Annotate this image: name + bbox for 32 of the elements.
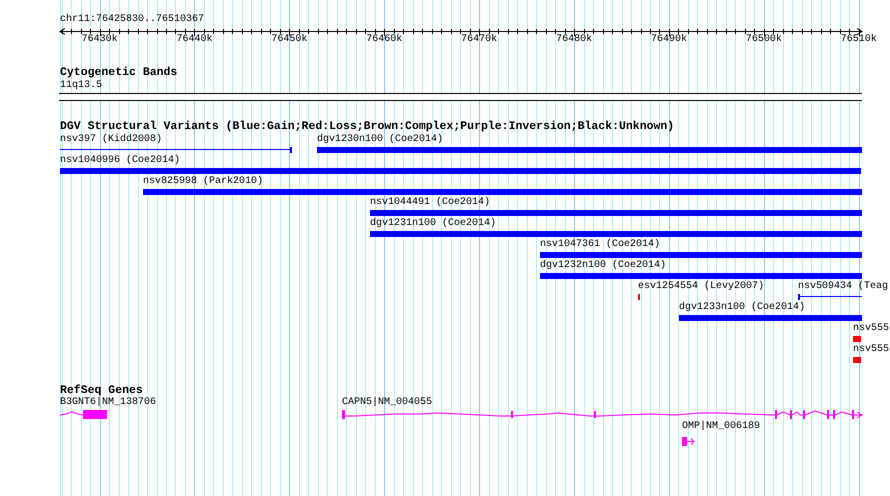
- gene-label: CAPN5|NM_004055: [342, 397, 432, 409]
- variant-label: nsv509434 (Teag: [798, 281, 888, 293]
- gene-drawing: [682, 437, 695, 446]
- variant-label: dgv1231n100 (Coe2014): [370, 218, 496, 230]
- variant-label: nsv555: [853, 344, 890, 356]
- gene-label: OMP|NM_006189: [682, 421, 760, 433]
- tick-label: 76460k: [366, 34, 402, 46]
- variant-label: dgv1233n100 (Coe2014): [679, 302, 806, 314]
- variant-label: dgv1232n100 (Coe2014): [540, 260, 666, 272]
- tick-label: 76440k: [176, 34, 212, 46]
- variant-label: esv1254554 (Levy2007): [638, 281, 764, 293]
- tick-label: 76450k: [271, 34, 308, 46]
- variant-label: nsv1047361 (Coe2014): [540, 239, 660, 251]
- gene-drawing: [60, 410, 107, 419]
- variant-label: nsv555: [853, 323, 890, 335]
- gene-label: B3GNT6|NM_138706: [60, 397, 156, 409]
- track-title: RefSeq Genes: [60, 385, 143, 397]
- variant-label: nsv1040996 (Coe2014): [60, 155, 180, 167]
- tick-label: 76500k: [746, 34, 782, 46]
- tick-label: 76430k: [82, 34, 118, 46]
- variant-label: dgv1230n100 (Coe2014): [317, 134, 444, 146]
- tick-label: 76510k: [840, 34, 877, 46]
- tick-label: 76480k: [556, 34, 592, 46]
- variant-label: nsv397 (Kidd2008): [60, 134, 162, 146]
- tick-label: 76470k: [461, 34, 498, 46]
- tick-label: 76490k: [650, 34, 687, 46]
- track-title: Cytogenetic Bands: [60, 67, 178, 79]
- band-label: 11q13.5: [60, 80, 102, 92]
- variant-label: nsv825998 (Park2010): [143, 176, 264, 188]
- location-label: chr11:76425830..76510367: [60, 14, 204, 26]
- track-title: DGV Structural Variants (Blue:Gain;Red:Loss;Brown:Complex;Purple:Inversion;Black:Unknown): [60, 121, 674, 133]
- variant-label: nsv1044491 (Coe2014): [370, 197, 490, 209]
